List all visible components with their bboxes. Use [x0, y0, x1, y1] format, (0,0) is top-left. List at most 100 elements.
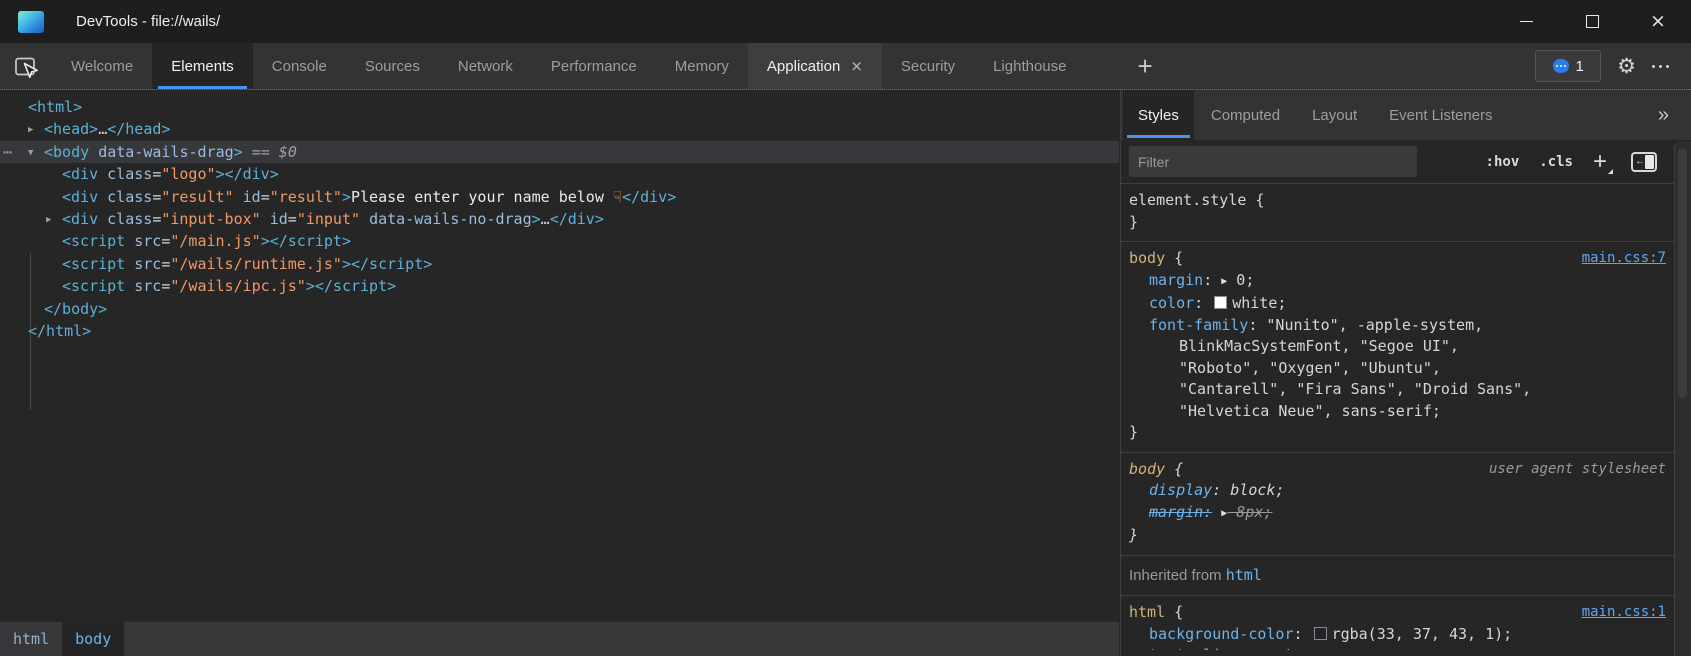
- dock-sidebar-toggle-icon[interactable]: ←: [1631, 152, 1657, 172]
- style-row[interactable]: "Cantarell", "Fira Sans", "Droid Sans",: [1121, 379, 1674, 401]
- style-row[interactable]: }: [1121, 525, 1674, 547]
- css-token: "Helvetica Neue", sans-serif;: [1179, 402, 1441, 420]
- style-row[interactable]: body {user agent stylesheet: [1121, 459, 1674, 481]
- sidebar-tab-event-listeners[interactable]: Event Listeners: [1374, 90, 1507, 140]
- dom-tree-row[interactable]: </body>: [0, 298, 1119, 320]
- expand-arrow-icon[interactable]: ▶: [28, 119, 33, 141]
- styles-rules-list: element.style {}body {main.css:7margin: …: [1121, 184, 1674, 656]
- stylesheet-link[interactable]: main.css:7: [1582, 248, 1666, 270]
- sidebar-tab-layout[interactable]: Layout: [1297, 90, 1372, 140]
- settings-gear-icon[interactable]: ⚙: [1617, 56, 1636, 77]
- close-button[interactable]: ×: [1625, 0, 1691, 43]
- css-token: background-color: [1149, 625, 1294, 643]
- code-token: =: [152, 165, 161, 183]
- tab-console[interactable]: Console: [253, 43, 346, 89]
- toggle-element-classes-button[interactable]: .cls: [1539, 154, 1573, 170]
- breadcrumb-item-html[interactable]: html: [0, 622, 62, 656]
- tab-security[interactable]: Security: [882, 43, 974, 89]
- style-row[interactable]: Inherited from html: [1121, 565, 1674, 587]
- collapse-arrow-icon[interactable]: ▼: [28, 142, 33, 164]
- style-row[interactable]: margin: ▶ 0;: [1121, 270, 1674, 294]
- tab-sources[interactable]: Sources: [346, 43, 439, 89]
- expand-arrow-icon[interactable]: ▶: [46, 209, 51, 231]
- breadcrumb-item-body[interactable]: body: [62, 622, 124, 656]
- css-token: "Cantarell", "Fira Sans", "Droid Sans",: [1179, 380, 1531, 398]
- style-row[interactable]: }: [1121, 212, 1674, 234]
- tab-label: Network: [458, 58, 513, 75]
- expand-shorthand-icon[interactable]: ▶: [1221, 271, 1227, 293]
- expand-shorthand-icon[interactable]: ▶: [1221, 503, 1227, 525]
- dom-tree-row[interactable]: <script src="/wails/ipc.js"></script>: [0, 275, 1119, 297]
- code-token: id: [270, 210, 288, 228]
- sidebar-tab-computed[interactable]: Computed: [1196, 90, 1295, 140]
- tab-memory[interactable]: Memory: [656, 43, 748, 89]
- scrollbar-thumb[interactable]: [1678, 148, 1687, 398]
- style-row[interactable]: "Helvetica Neue", sans-serif;: [1121, 401, 1674, 423]
- code-token: …: [98, 120, 107, 138]
- minimize-button[interactable]: [1493, 0, 1559, 43]
- toggle-pseudo-state-button[interactable]: :hov: [1486, 154, 1520, 170]
- styles-scrollbar[interactable]: [1674, 142, 1691, 656]
- color-swatch[interactable]: [1314, 627, 1327, 640]
- more-options-icon[interactable]: [1652, 65, 1669, 68]
- style-row[interactable]: element.style {: [1121, 190, 1674, 212]
- minimize-icon: [1520, 21, 1533, 22]
- tab-performance[interactable]: Performance: [532, 43, 656, 89]
- new-style-rule-button[interactable]: +: [1593, 148, 1613, 176]
- dom-tree-row[interactable]: ▶<div class="input-box" id="input" data-…: [0, 208, 1119, 230]
- color-swatch[interactable]: [1214, 296, 1227, 309]
- dom-tree-row[interactable]: <html>: [0, 96, 1119, 118]
- style-row[interactable]: margin: ▶ 8px;: [1121, 502, 1674, 526]
- sidebar-tab-styles[interactable]: Styles: [1123, 90, 1194, 140]
- style-row[interactable]: background-color: rgba(33, 37, 43, 1);: [1121, 624, 1674, 646]
- row-actions-icon[interactable]: ⋯: [3, 141, 13, 163]
- breadcrumb: htmlbody: [0, 622, 1119, 656]
- style-row[interactable]: font-family: "Nunito", -apple-system,: [1121, 315, 1674, 337]
- code-token: "logo": [161, 165, 215, 183]
- style-row[interactable]: body {main.css:7: [1121, 248, 1674, 270]
- code-token: "result": [270, 188, 342, 206]
- dom-tree-row[interactable]: <script src="/main.js"></script>: [0, 230, 1119, 252]
- code-token: <head>: [44, 120, 98, 138]
- tab-application[interactable]: Application×: [748, 43, 882, 89]
- style-row[interactable]: }: [1121, 422, 1674, 444]
- inspect-element-button[interactable]: [0, 43, 52, 89]
- tab-lighthouse[interactable]: Lighthouse: [974, 43, 1085, 89]
- close-tab-icon[interactable]: ×: [850, 57, 863, 75]
- styles-filter-input[interactable]: [1129, 146, 1417, 177]
- panel-tabs: WelcomeElementsConsoleSources Network Perf…: [52, 43, 1085, 89]
- style-row[interactable]: display: block;: [1121, 480, 1674, 502]
- tab-welcome[interactable]: Welcome: [52, 43, 152, 89]
- close-icon: ×: [1650, 12, 1666, 31]
- code-token: "/wails/ipc.js": [170, 277, 305, 295]
- tab-network[interactable]: Network: [439, 43, 532, 89]
- code-token: src: [134, 277, 161, 295]
- more-tabs-chevron-icon[interactable]: »: [1658, 90, 1669, 140]
- style-row[interactable]: html {main.css:1: [1121, 602, 1674, 624]
- code-token: class: [107, 165, 152, 183]
- css-token: {: [1165, 603, 1183, 621]
- style-row[interactable]: color: white;: [1121, 293, 1674, 315]
- style-row[interactable]: "Roboto", "Oxygen", "Ubuntu",: [1121, 358, 1674, 380]
- css-token: :: [1203, 271, 1221, 289]
- dom-tree-row[interactable]: <div class="logo"></div>: [0, 163, 1119, 185]
- tab-label: Security: [901, 58, 955, 75]
- maximize-button[interactable]: [1559, 0, 1625, 43]
- dom-tree-row[interactable]: ▶<head>…</head>: [0, 118, 1119, 140]
- stylesheet-link[interactable]: main.css:1: [1582, 602, 1666, 624]
- code-token: [234, 188, 243, 206]
- feedback-button[interactable]: 1: [1535, 50, 1601, 82]
- css-token: rgba(33, 37, 43, 1);: [1332, 625, 1513, 643]
- dom-tree-row[interactable]: <script src="/wails/runtime.js"></script…: [0, 253, 1119, 275]
- style-section-body-rule: body {main.css:7margin: ▶ 0;color: white…: [1121, 242, 1674, 453]
- dom-tree-row[interactable]: ⋯▼<body data-wails-drag> == $0: [0, 141, 1119, 163]
- code-token: src: [134, 255, 161, 273]
- dom-tree-row[interactable]: </html>: [0, 320, 1119, 342]
- tab-elements[interactable]: Elements: [152, 43, 253, 89]
- style-row[interactable]: BlinkMacSystemFont, "Segoe UI",: [1121, 336, 1674, 358]
- add-tab-button[interactable]: +: [1123, 43, 1166, 89]
- code-token: "input-box": [161, 210, 260, 228]
- style-row[interactable]: text-align: center;: [1121, 645, 1674, 650]
- code-token: [360, 210, 369, 228]
- dom-tree-row[interactable]: <div class="result" id="result">Please e…: [0, 186, 1119, 208]
